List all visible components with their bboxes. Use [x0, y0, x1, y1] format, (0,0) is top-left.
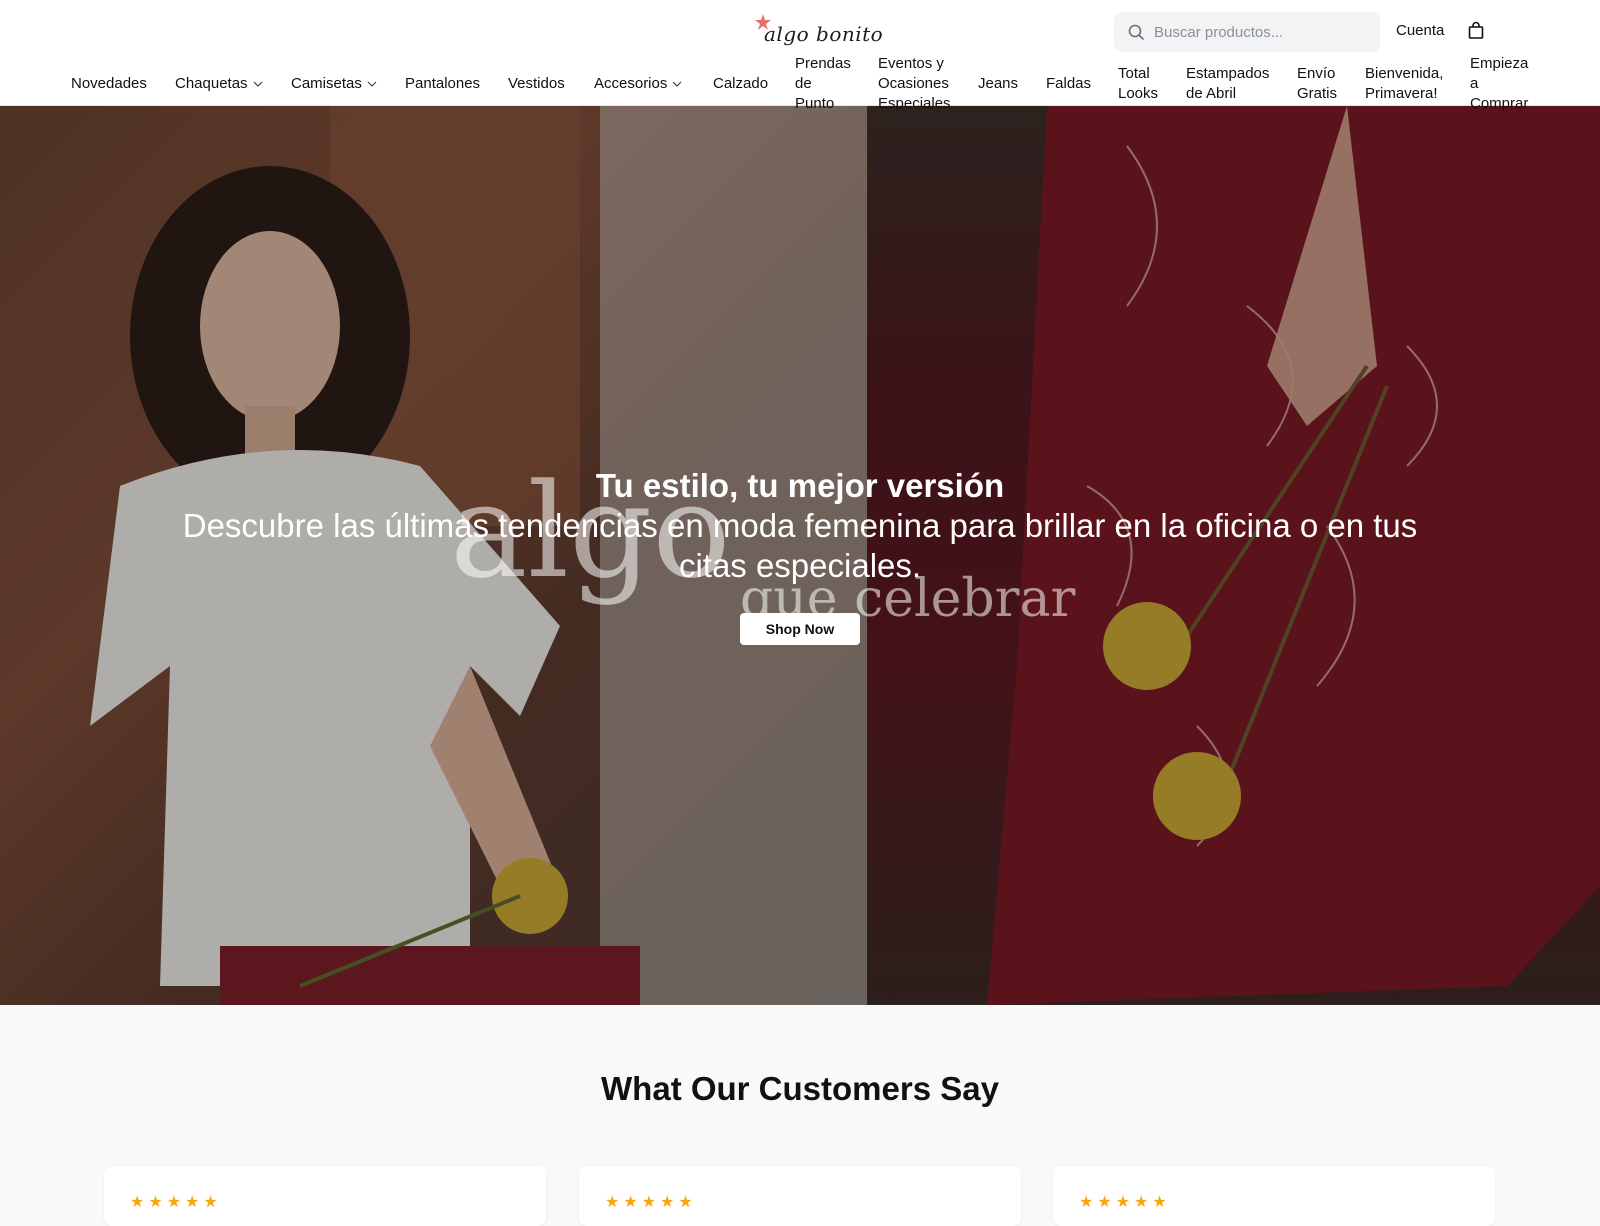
account-link[interactable]: Cuenta [1396, 22, 1444, 39]
chevron-down-icon [367, 81, 377, 87]
nav-item-estampados[interactable]: Estampados de Abril [1186, 64, 1276, 104]
search-icon [1128, 24, 1144, 40]
site-header: algo bonito Cuenta Novedades Chaquetas C… [0, 0, 1600, 112]
shop-now-button[interactable]: Shop Now [740, 613, 860, 645]
nav-item-pantalones[interactable]: Pantalones [405, 74, 480, 94]
nav-item-total-looks[interactable]: Total Looks [1118, 64, 1166, 104]
nav-item-chaquetas[interactable]: Chaquetas [175, 74, 263, 94]
testimonial-card: ★★★★★ [579, 1166, 1021, 1226]
nav-item-camisetas[interactable]: Camisetas [291, 74, 377, 94]
chevron-down-icon [672, 81, 682, 87]
nav-item-accesorios[interactable]: Accesorios [594, 74, 682, 94]
nav-item-empieza[interactable]: Empieza a Comprar [1470, 54, 1534, 114]
hero-banner: algo que celebrar Tu estilo, tu mejor ve… [0, 106, 1600, 1005]
search-input[interactable] [1154, 12, 1370, 52]
star-rating: ★★★★★ [1079, 1194, 1171, 1211]
brand-logo[interactable]: algo bonito [752, 12, 883, 52]
nav-item-jeans[interactable]: Jeans [978, 74, 1018, 94]
testimonial-card: ★★★★★ [1053, 1166, 1495, 1226]
chevron-down-icon [253, 81, 262, 87]
testimonial-card: ★★★★★ [104, 1166, 546, 1226]
brand-name: algo bonito [764, 22, 884, 46]
hero-title: Tu estilo, tu mejor versión [595, 467, 1005, 504]
nav-item-eventos[interactable]: Eventos y Ocasiones Especiales [878, 54, 956, 114]
nav-item-envio-gratis[interactable]: Envío Gratis [1297, 64, 1345, 104]
star-rating: ★★★★★ [605, 1194, 697, 1211]
nav-item-prendas-de-punto[interactable]: Prendas de Punto [795, 54, 855, 114]
search-box [1114, 12, 1380, 52]
nav-item-novedades[interactable]: Novedades [71, 74, 147, 94]
nav-item-faldas[interactable]: Faldas [1046, 74, 1091, 94]
nav-item-calzado[interactable]: Calzado [713, 74, 768, 94]
testimonials-title: What Our Customers Say [601, 1070, 999, 1107]
shopping-bag-icon[interactable] [1468, 21, 1484, 44]
star-rating: ★★★★★ [130, 1194, 222, 1211]
nav-item-bienvenida[interactable]: Bienvenida, Primavera! [1365, 64, 1451, 104]
nav-item-vestidos[interactable]: Vestidos [508, 74, 565, 94]
hero-subtitle: Descubre las últimas tendencias en moda … [182, 507, 1418, 584]
main-nav: Novedades Chaquetas Camisetas Pantalones… [0, 54, 1600, 112]
